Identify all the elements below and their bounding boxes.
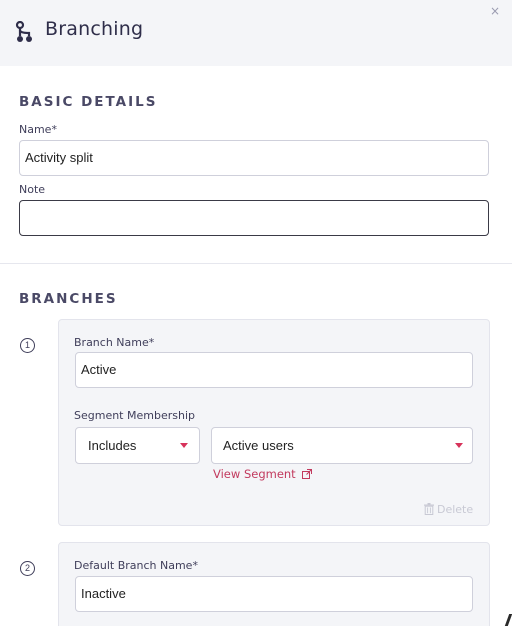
- branch-card-1: [58, 319, 490, 526]
- membership-select-value: Includes: [88, 438, 137, 453]
- note-input[interactable]: [19, 200, 489, 236]
- delete-label: Delete: [437, 503, 474, 516]
- delete-branch-button[interactable]: Delete: [424, 503, 473, 516]
- section-divider: [0, 263, 512, 264]
- segment-select-value: Active users: [223, 438, 294, 453]
- branch-number-2: 2: [20, 561, 35, 576]
- name-input[interactable]: Activity split: [19, 140, 489, 176]
- branch-name-input[interactable]: Active: [75, 352, 473, 388]
- segment-select[interactable]: Active users: [211, 427, 473, 464]
- chevron-down-icon: [455, 443, 463, 448]
- membership-select[interactable]: Includes: [75, 427, 200, 464]
- branches-heading: BRANCHES: [19, 291, 118, 307]
- default-branch-name-input[interactable]: Inactive: [75, 576, 473, 612]
- branch-name-label: Branch Name*: [74, 336, 155, 349]
- branch-icon: [15, 21, 32, 42]
- default-branch-name-label: Default Branch Name*: [74, 559, 198, 572]
- branch-number-1: 1: [20, 338, 35, 353]
- scrollbar[interactable]: [504, 614, 512, 626]
- chevron-down-icon: [180, 443, 188, 448]
- trash-icon: [424, 503, 434, 515]
- page-title: Branching: [45, 18, 144, 40]
- view-segment-label: View Segment: [213, 467, 296, 481]
- close-icon[interactable]: ×: [490, 4, 500, 18]
- modal-header: Branching: [0, 0, 512, 66]
- view-segment-link[interactable]: View Segment: [213, 467, 312, 481]
- segment-membership-label: Segment Membership: [74, 409, 195, 422]
- basic-details-heading: BASIC DETAILS: [19, 94, 158, 110]
- external-link-icon: [301, 469, 312, 479]
- note-label: Note: [19, 183, 46, 196]
- name-label: Name*: [19, 123, 57, 136]
